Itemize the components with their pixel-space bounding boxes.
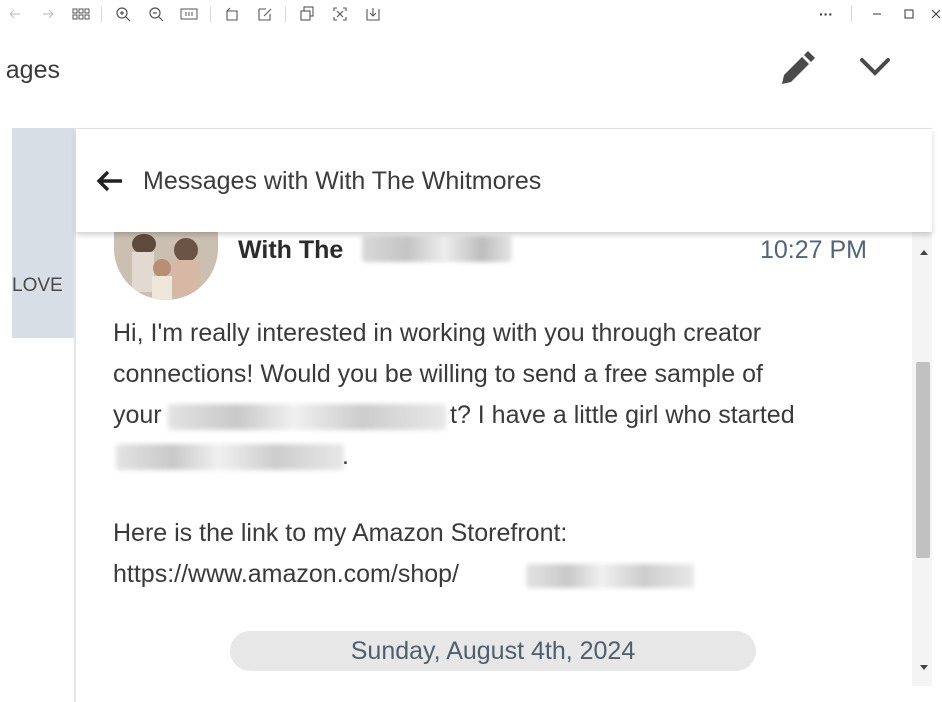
forward-icon[interactable]: [37, 3, 59, 25]
window-edge: [932, 28, 942, 702]
page-title-text: ages: [5, 56, 60, 84]
copy-icon[interactable]: [296, 3, 318, 25]
scroll-up-icon[interactable]: [919, 244, 929, 255]
fullscreen-icon[interactable]: [329, 3, 351, 25]
rotate-icon[interactable]: [221, 3, 243, 25]
date-divider: Sunday, August 4th, 2024: [230, 631, 756, 671]
chevron-down-icon: [860, 58, 890, 76]
redacted-text: [116, 444, 344, 470]
close-icon[interactable]: [930, 3, 942, 25]
message-line: t? I have a little girl who started: [450, 401, 795, 429]
download-icon[interactable]: [362, 3, 384, 25]
storefront-intro: Here is the link to my Amazon Storefront…: [113, 519, 568, 547]
fit-icon[interactable]: [178, 3, 200, 25]
pencil-icon: [782, 51, 815, 84]
toolbar-divider: [210, 6, 211, 22]
maximize-icon[interactable]: [898, 3, 920, 25]
grid-icon[interactable]: [70, 3, 92, 25]
arrow-left-icon: [96, 170, 122, 192]
conversation-list-item-selected[interactable]: [12, 128, 74, 338]
toolbar-divider: [101, 6, 102, 22]
message-timestamp: 10:27 PM: [760, 236, 868, 264]
scrollbar-thumb[interactable]: [916, 362, 930, 558]
zoom-in-icon[interactable]: [112, 3, 134, 25]
collapse-button[interactable]: [852, 46, 898, 92]
message-line: Hi, I'm really interested in working wit…: [113, 319, 762, 347]
back-icon[interactable]: [4, 3, 26, 25]
redacted-text: [526, 564, 694, 588]
more-icon[interactable]: ···: [815, 3, 837, 25]
conversation-header: Messages with With The Whitmores: [76, 128, 932, 232]
sender-name: With The: [238, 236, 344, 264]
redacted-name: [362, 236, 512, 262]
page-title: ages: [0, 54, 80, 86]
avatar: [114, 232, 218, 300]
scroll-down-icon[interactable]: [919, 660, 929, 670]
message-line: connections! Would you be willing to sen…: [113, 360, 763, 388]
conversation-list-label: LOVE: [12, 275, 63, 296]
toolbar-divider: [851, 6, 852, 22]
toolbar-divider: [285, 6, 286, 22]
storefront-link[interactable]: https://www.amazon.com/shop/: [113, 557, 459, 591]
message-line: .: [342, 442, 349, 470]
compose-button[interactable]: [774, 46, 820, 92]
viewer-toolbar: ···: [0, 0, 942, 28]
back-button[interactable]: [94, 165, 126, 197]
conversation-title: Messages with With The Whitmores: [143, 167, 542, 195]
redacted-text: [168, 404, 446, 430]
minimize-icon[interactable]: [866, 3, 888, 25]
message-line: your: [113, 401, 162, 429]
message-thread: With The 10:27 PM Hi, I'm really interes…: [76, 232, 912, 702]
edit-icon[interactable]: [254, 3, 276, 25]
zoom-out-icon[interactable]: [145, 3, 167, 25]
